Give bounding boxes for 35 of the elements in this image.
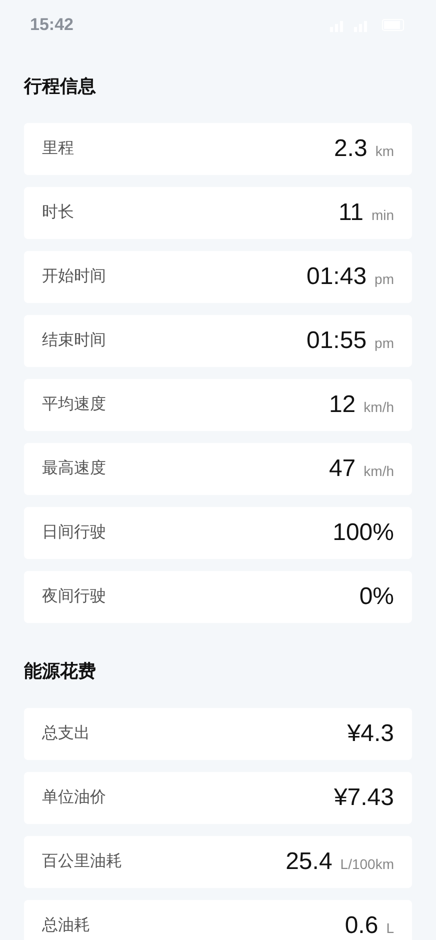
row-value: 11 [338,198,364,228]
row-unit: L [386,919,394,938]
status-time: 15:42 [30,14,74,36]
row-value: 100% [332,518,394,548]
row-value: 12 [328,390,356,420]
row-label: 开始时间 [42,266,106,287]
row-label: 单位油价 [42,788,106,808]
row-label: 总油耗 [42,916,90,936]
row-label: 时长 [42,202,74,223]
row-unit: km/h [364,462,394,481]
row-value: 2.3 [334,134,368,164]
section-title: 能源花费 [24,660,96,683]
row-label: 平均速度 [42,394,106,415]
row-unit: L/100km [340,855,394,874]
row-label: 结束时间 [42,330,106,351]
row-unit: km/h [364,398,394,417]
row-unit: min [371,206,394,225]
row-value: ¥4.3 [347,719,394,749]
row-label: 百公里油耗 [42,852,122,872]
row-value: 0% [359,582,394,612]
row-value: 47 [328,454,356,484]
row-value: 0.6 [344,911,378,940]
row-unit: pm [374,334,394,353]
row-value: ¥7.43 [334,783,394,813]
row-unit: km [375,142,394,161]
row-label: 日间行驶 [42,522,106,543]
row-label: 总支出 [42,724,90,744]
row-label: 夜间行驶 [42,586,106,607]
row-value: 01:43 [306,262,367,292]
row-value: 01:55 [306,326,367,356]
row-label: 里程 [42,139,74,159]
section-title: 行程信息 [24,75,96,98]
row-label: 最高速度 [42,458,106,479]
row-unit: pm [374,270,394,289]
row-value: 25.4 [286,847,332,877]
